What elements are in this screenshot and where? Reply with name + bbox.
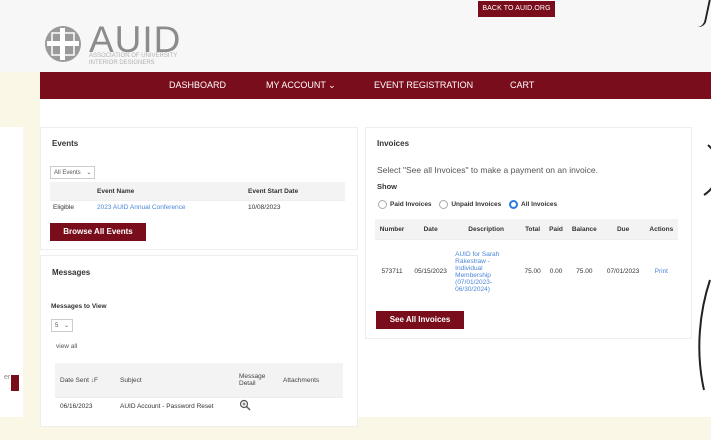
events-col-name: Event Name bbox=[94, 182, 245, 201]
invoice-filter-group: Paid Invoices Unpaid Invoices All Invoic… bbox=[378, 200, 557, 209]
auid-logo-icon[interactable] bbox=[43, 24, 83, 64]
messages-count-select[interactable]: 5 ⌄ bbox=[51, 319, 74, 332]
invoice-print-link[interactable]: Print bbox=[644, 239, 678, 304]
inv-col-paid: Paid bbox=[545, 219, 568, 240]
back-to-auid-button[interactable]: BACK TO AUID.ORG bbox=[478, 1, 555, 17]
messages-col-attachments: Attachments bbox=[278, 363, 343, 398]
message-date: 06/16/2023 bbox=[55, 397, 115, 414]
sidebar-partial-text: er bbox=[4, 374, 11, 381]
events-table: Event Name Event Start Date Eligible 202… bbox=[50, 182, 345, 213]
message-subject: AUID Account - Password Reset bbox=[115, 397, 234, 414]
events-col-date: Event Start Date bbox=[245, 182, 345, 201]
see-all-invoices-button[interactable]: See All Invoices bbox=[376, 311, 464, 329]
table-row: 06/16/2023 AUID Account - Password Reset bbox=[55, 397, 343, 414]
inv-col-actions: Actions bbox=[644, 219, 678, 240]
magnifier-icon[interactable] bbox=[239, 399, 251, 411]
nav-event-registration[interactable]: EVENT REGISTRATION bbox=[374, 72, 473, 99]
radio-paid[interactable]: Paid Invoices bbox=[378, 200, 432, 209]
view-all-link[interactable]: view all bbox=[56, 343, 77, 350]
event-name-link[interactable]: 2023 AUID Annual Conference bbox=[94, 200, 245, 213]
messages-title: Messages bbox=[52, 268, 91, 277]
radio-all[interactable]: All Invoices bbox=[509, 200, 558, 209]
inv-col-description: Description bbox=[452, 219, 521, 240]
main-navigation: DASHBOARD MY ACCOUNT ⌄ EVENT REGISTRATIO… bbox=[40, 72, 711, 99]
inv-col-total: Total bbox=[520, 219, 546, 240]
invoice-balance: 75.00 bbox=[567, 239, 602, 304]
messages-col-detail: Message Detail bbox=[234, 363, 278, 398]
invoice-number: 573711 bbox=[375, 239, 410, 304]
radio-unpaid[interactable]: Unpaid Invoices bbox=[439, 200, 502, 209]
radio-paid-label: Paid Invoices bbox=[390, 201, 432, 209]
invoices-title: Invoices bbox=[377, 139, 410, 148]
radio-icon bbox=[439, 200, 449, 209]
radio-unpaid-label: Unpaid Invoices bbox=[451, 201, 502, 209]
events-col-status bbox=[50, 182, 94, 201]
logo-subtitle: ASSOCIATION OF UNIVERSITY INTERIOR DESIG… bbox=[89, 53, 178, 66]
radio-all-label: All Invoices bbox=[521, 201, 558, 209]
inv-col-number: Number bbox=[375, 219, 410, 240]
chevron-down-icon: ⌄ bbox=[86, 170, 92, 176]
inv-col-date: Date bbox=[409, 219, 453, 240]
invoice-description-link[interactable]: AUID for Sarah Rakestraw - Individual Me… bbox=[452, 239, 521, 304]
message-attachments bbox=[278, 397, 343, 414]
events-filter-value: All Events bbox=[54, 170, 81, 176]
decorative-swirl bbox=[698, 144, 711, 391]
invoices-table: Number Date Description Total Paid Balan… bbox=[375, 219, 678, 304]
messages-col-subject: Subject bbox=[115, 363, 234, 398]
event-status: Eligible bbox=[50, 200, 94, 213]
messages-table: Date Sent ↓F Subject Message Detail Atta… bbox=[55, 363, 343, 414]
inv-col-due: Due bbox=[601, 219, 645, 240]
messages-count-value: 5 bbox=[55, 323, 59, 329]
browse-all-events-button[interactable]: Browse All Events bbox=[50, 223, 146, 241]
radio-selected-icon bbox=[509, 200, 519, 209]
left-sidebar: er bbox=[0, 127, 23, 417]
invoice-paid: 0.00 bbox=[545, 239, 568, 304]
inv-col-balance: Balance bbox=[567, 219, 602, 240]
chevron-down-icon: ⌄ bbox=[64, 323, 70, 329]
events-title: Events bbox=[52, 139, 79, 148]
messages-col-date[interactable]: Date Sent ↓F bbox=[55, 363, 115, 398]
message-detail-cell bbox=[234, 397, 278, 414]
invoice-date: 05/15/2023 bbox=[409, 239, 453, 304]
nav-my-account[interactable]: MY ACCOUNT ⌄ bbox=[266, 72, 336, 99]
events-filter-select[interactable]: All Events ⌄ bbox=[50, 166, 96, 179]
invoice-due: 07/01/2023 bbox=[601, 239, 645, 304]
sidebar-button[interactable] bbox=[11, 375, 19, 391]
radio-icon bbox=[378, 200, 387, 209]
invoices-show-label: Show bbox=[377, 182, 397, 191]
event-date: 10/08/2023 bbox=[245, 200, 345, 213]
table-row: 573711 05/15/2023 AUID for Sarah Rakestr… bbox=[375, 239, 678, 304]
nav-dashboard[interactable]: DASHBOARD bbox=[169, 72, 226, 99]
nav-cart[interactable]: CART bbox=[510, 72, 534, 99]
table-row: Eligible 2023 AUID Annual Conference 10/… bbox=[50, 200, 345, 213]
messages-view-label: Messages to View bbox=[51, 303, 107, 310]
invoices-instruction: Select "See all Invoices" to make a paym… bbox=[377, 165, 599, 175]
invoice-total: 75.00 bbox=[520, 239, 546, 304]
